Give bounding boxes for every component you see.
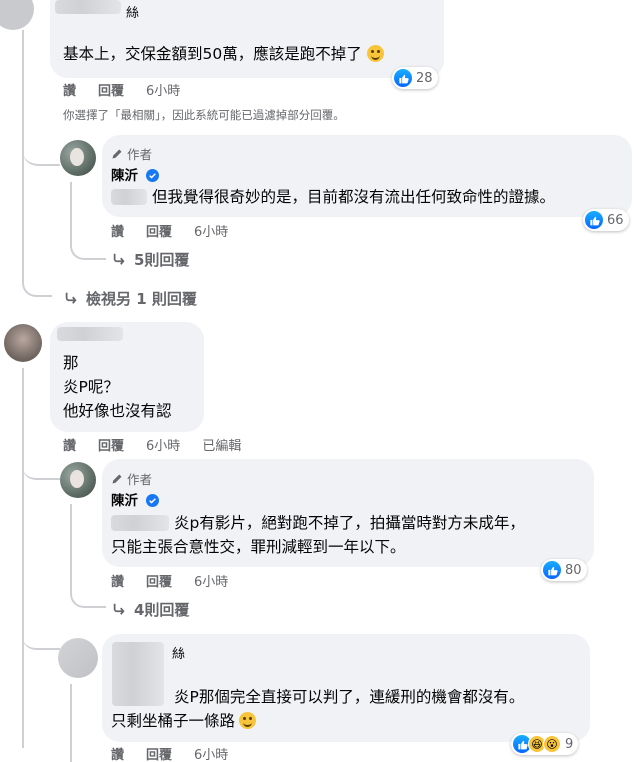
comment-line: 炎P呢？ [63,378,119,396]
reply-button[interactable]: 回覆 [146,748,172,762]
author-badge: 作者 [111,469,152,488]
like-button[interactable]: 讚 [63,439,76,454]
thread-line [22,368,24,748]
filter-note: 你選擇了「最相關」，因此系統可能已過濾掉部分回覆。 [63,108,345,122]
like-button[interactable]: 讚 [63,84,76,99]
view-more-replies-link[interactable]: 檢視另 1 則回覆 [64,288,197,309]
pencil-icon [112,149,122,159]
comment-actions: 讚 回覆 6小時 [111,221,250,240]
wow-reaction-icon: 😮 [543,735,561,753]
laughing-emoji-icon [239,712,257,729]
like-button[interactable]: 讚 [111,225,124,240]
author-avatar[interactable] [60,462,96,498]
like-icon [543,561,561,579]
reaction-count: 80 [565,562,582,578]
like-button[interactable]: 讚 [111,575,124,590]
avatar[interactable] [0,0,34,30]
comment-line: 只能主張合意性交，罪刑減輕到一年以下。 [111,538,406,556]
thread-connector [22,620,60,650]
avatar[interactable] [58,638,98,678]
avatar[interactable] [4,324,42,362]
blurred-mention [111,189,147,205]
thread-connector [70,236,106,260]
comment-actions: 讚 回覆 6小時 [111,744,250,762]
verified-badge-icon [145,169,159,182]
pencil-icon [112,474,122,484]
comment-line: 炎p有影片，絕對跑不掉了，拍攝當時對方未成年， [174,514,525,532]
reply-button[interactable]: 回覆 [98,84,124,99]
thread-connector [22,140,60,166]
thread-line [70,504,72,594]
comment-line: 只剩坐桶子一條路 [111,709,257,733]
thread-connector [22,450,60,480]
comment-text: 基本上，交保金額到50萬，應該是跑不掉了 [63,42,384,66]
commenter-name[interactable]: 絲 [172,643,185,662]
reply-button[interactable]: 回覆 [146,575,172,590]
edited-label[interactable]: 已編輯 [202,439,241,454]
comment-actions: 讚 回覆 6小時 [111,571,250,590]
thread-connector [22,265,52,297]
reaction-count: 66 [607,212,624,228]
comment-line: 那 [63,354,79,372]
like-button[interactable]: 讚 [111,748,124,762]
reply-arrow-icon [113,603,125,615]
blurred-name [112,642,164,706]
reaction-summary[interactable]: 80 [541,559,587,581]
comment-actions: 讚 回覆 6小時 已編輯 [63,435,263,454]
reply-arrow-icon [113,253,125,265]
reply-button[interactable]: 回覆 [98,439,124,454]
reaction-summary[interactable]: 😆 😮 9 [511,733,579,755]
comment-actions: 讚 回覆 6小時 [63,80,202,99]
author-badge: 作者 [111,144,152,163]
reaction-count: 28 [416,70,433,86]
commenter-name[interactable]: 絲 [126,2,139,21]
reaction-summary[interactable]: 66 [583,209,629,231]
timestamp[interactable]: 6小時 [146,439,180,454]
comment-text: 但我覺得很奇妙的是，目前都沒有流出任何致命性的證據。 [152,188,556,206]
thread-connector [70,586,106,608]
view-replies-link[interactable]: 5則回覆 [112,249,189,270]
reaction-summary[interactable]: 28 [392,67,438,89]
timestamp[interactable]: 6小時 [194,748,228,762]
thread-line [70,182,72,242]
verified-badge-icon [145,494,159,507]
timestamp[interactable]: 6小時 [146,84,180,99]
blurred-name [55,0,121,14]
comment-line: 炎P那個完全直接可以判了，連緩刑的機會都沒有。 [174,688,525,706]
view-replies-link[interactable]: 4則回覆 [112,599,189,620]
thread-line [70,684,72,762]
like-icon [585,211,603,229]
blurred-mention [111,515,169,531]
comment-line: 他好像也沒有認 [63,402,172,420]
author-avatar[interactable] [60,140,96,176]
reply-arrow-icon [65,292,77,304]
author-name[interactable]: 陳沂 [111,164,159,184]
grin-emoji-icon [366,45,384,62]
blurred-name [57,327,123,341]
like-icon [394,69,412,87]
timestamp[interactable]: 6小時 [194,575,228,590]
reaction-count: 9 [565,736,574,752]
timestamp[interactable]: 6小時 [194,225,228,240]
author-name[interactable]: 陳沂 [111,489,159,509]
reply-button[interactable]: 回覆 [146,225,172,240]
